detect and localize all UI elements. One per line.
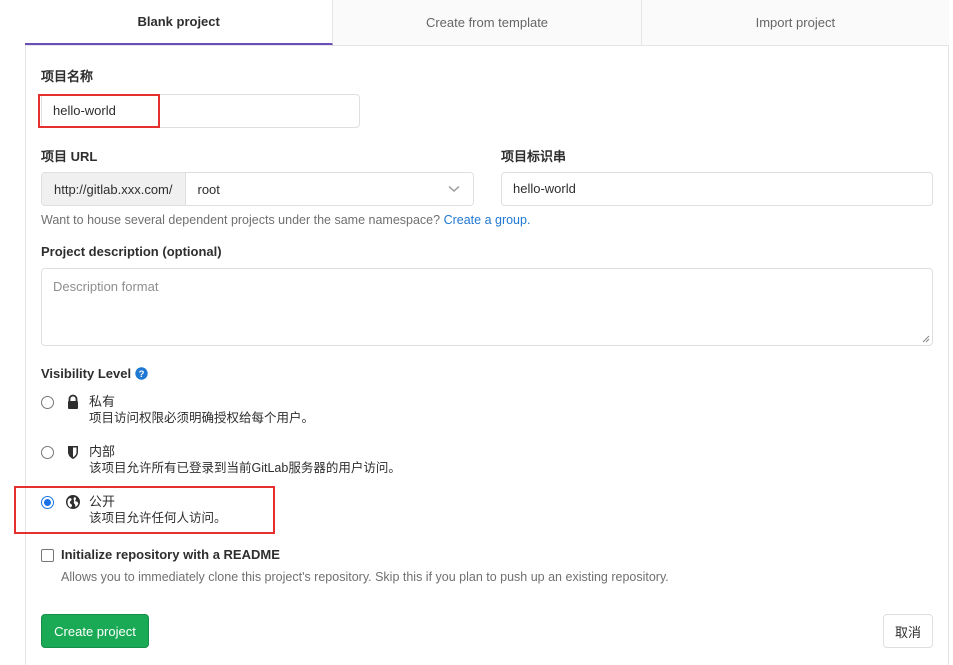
namespace-value: root bbox=[197, 181, 220, 197]
create-project-button[interactable]: Create project bbox=[41, 614, 149, 648]
description-textarea[interactable]: Description format bbox=[41, 268, 933, 346]
visibility-option-private[interactable]: 私有 项目访问权限必须明确授权给每个用户。 bbox=[41, 393, 314, 427]
radio-private[interactable] bbox=[41, 396, 54, 409]
tab-import-project[interactable]: Import project bbox=[641, 0, 949, 45]
description-label: Project description (optional) bbox=[41, 244, 222, 259]
visibility-private-desc: 项目访问权限必须明确授权给每个用户。 bbox=[89, 411, 315, 425]
project-slug-label: 项目标识串 bbox=[501, 149, 567, 164]
shield-icon bbox=[68, 446, 78, 459]
visibility-private-title: 私有 bbox=[89, 394, 116, 409]
visibility-label: Visibility Level ? bbox=[41, 366, 148, 381]
init-readme-label[interactable]: Initialize repository with a README bbox=[61, 547, 280, 562]
visibility-label-text: Visibility Level bbox=[41, 366, 132, 381]
namespace-select[interactable]: root bbox=[185, 173, 473, 205]
url-prefix: http://gitlab.xxx.com/ bbox=[42, 173, 186, 205]
project-slug-input[interactable]: hello-world bbox=[501, 172, 933, 206]
visibility-internal-title: 内部 bbox=[89, 444, 116, 459]
create-group-link[interactable]: Create a group. bbox=[444, 213, 531, 227]
project-name-label: 项目名称 bbox=[41, 69, 94, 84]
tab-blank-project[interactable]: Blank project bbox=[25, 0, 334, 45]
project-url-group: http://gitlab.xxx.com/ root bbox=[41, 172, 474, 206]
init-readme-checkbox[interactable] bbox=[41, 549, 54, 562]
resize-handle-icon[interactable] bbox=[922, 335, 930, 343]
tab-create-from-template[interactable]: Create from template bbox=[333, 0, 642, 45]
radio-internal[interactable] bbox=[41, 446, 54, 459]
init-readme-help: Allows you to immediately clone this pro… bbox=[61, 570, 669, 584]
chevron-down-icon bbox=[447, 182, 461, 196]
highlight-public-visibility bbox=[14, 486, 275, 534]
visibility-internal-desc: 该项目允许所有已登录到当前GitLab服务器的用户访问。 bbox=[89, 461, 401, 475]
svg-text:?: ? bbox=[139, 369, 145, 380]
project-tabs: Blank project Create from template Impor… bbox=[25, 0, 949, 46]
namespace-help-text: Want to house several dependent projects… bbox=[41, 213, 441, 227]
project-url-label: 项目 URL bbox=[41, 149, 98, 164]
cancel-button[interactable]: 取消 bbox=[883, 614, 933, 648]
highlight-project-name bbox=[38, 94, 160, 128]
namespace-help: Want to house several dependent projects… bbox=[41, 213, 530, 227]
description-placeholder: Description format bbox=[53, 279, 159, 294]
lock-icon bbox=[68, 394, 78, 409]
visibility-option-internal[interactable]: 内部 该项目允许所有已登录到当前GitLab服务器的用户访问。 bbox=[41, 443, 401, 477]
help-question-icon[interactable]: ? bbox=[135, 367, 148, 380]
